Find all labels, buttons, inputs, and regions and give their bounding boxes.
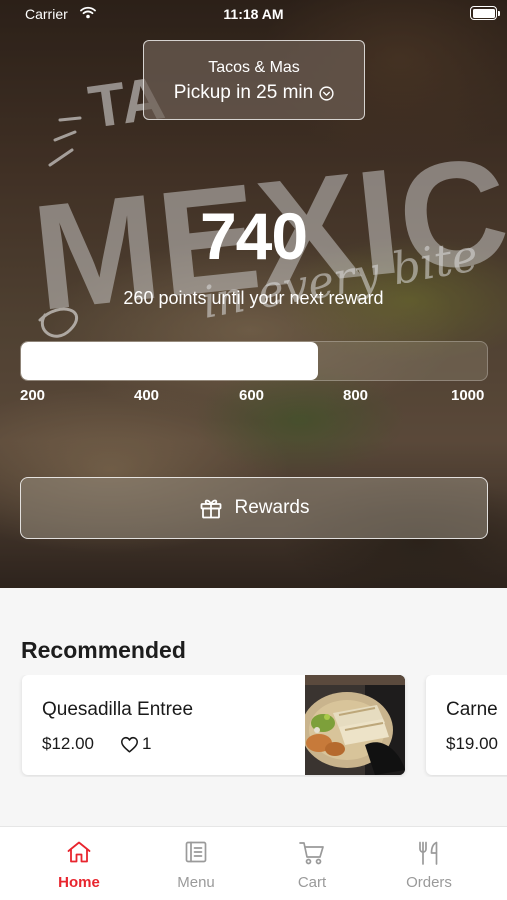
tab-home[interactable]: Home <box>16 827 142 900</box>
item-price: $12.00 <box>42 734 94 753</box>
orders-icon <box>419 841 438 865</box>
rewards-progress-fill <box>21 342 319 380</box>
recommended-card[interactable]: Carne $19.00 <box>426 675 507 775</box>
tab-cart[interactable]: Cart <box>249 827 375 900</box>
quesadilla-image <box>305 675 405 775</box>
store-name: Tacos & Mas <box>208 59 300 76</box>
item-name: Carne <box>446 699 498 720</box>
chevron-down-circle-icon <box>319 85 334 101</box>
tab-label-home: Home <box>58 874 100 891</box>
clock: 11:18 AM <box>223 6 284 22</box>
status-bar: Carrier 11:18 AM <box>0 0 507 28</box>
gift-icon <box>200 499 221 519</box>
cart-icon <box>299 842 324 865</box>
points-caption: 260 points until your next reward <box>123 288 384 308</box>
heart-icon <box>121 736 139 753</box>
progress-tick: 200 <box>20 387 46 404</box>
item-likes[interactable]: 1 <box>120 734 151 754</box>
progress-tick: 800 <box>343 387 369 404</box>
recommended-carousel[interactable]: Quesadilla Entree $12.00 1 Carne $19.00 <box>0 675 507 777</box>
hero-banner: TA MEXIC in every bite Carrier 11:18 AM … <box>0 0 507 588</box>
progress-tick: 1000 <box>451 387 485 404</box>
battery-icon <box>470 6 500 20</box>
tab-menu[interactable]: Menu <box>133 827 259 900</box>
progress-tick: 600 <box>239 387 265 404</box>
recommended-heading: Recommended <box>21 637 186 663</box>
item-name: Quesadilla Entree <box>42 699 194 720</box>
rewards-button-label: Rewards <box>234 497 310 518</box>
tab-label-cart: Cart <box>297 874 327 891</box>
menu-icon <box>185 841 207 863</box>
progress-tick: 400 <box>134 387 160 404</box>
recommended-card[interactable]: Quesadilla Entree $12.00 1 <box>22 675 405 775</box>
pickup-time: Pickup in 25 min <box>173 82 314 103</box>
rewards-progress-bar <box>20 341 488 381</box>
rewards-button[interactable]: Rewards <box>20 477 488 539</box>
tab-label-menu: Menu <box>177 874 215 891</box>
pickup-row: Pickup in 25 min <box>144 82 364 104</box>
item-price: $19.00 <box>446 734 498 753</box>
likes-count: 1 <box>142 734 152 753</box>
tab-bar: Home Menu Cart Orders <box>0 826 507 900</box>
points-balance: 740 <box>199 199 308 273</box>
home-icon <box>67 841 91 863</box>
tab-orders[interactable]: Orders <box>366 827 492 900</box>
tab-label-orders: Orders <box>406 874 452 891</box>
location-selector[interactable]: Tacos & Mas Pickup in 25 min <box>143 40 365 120</box>
